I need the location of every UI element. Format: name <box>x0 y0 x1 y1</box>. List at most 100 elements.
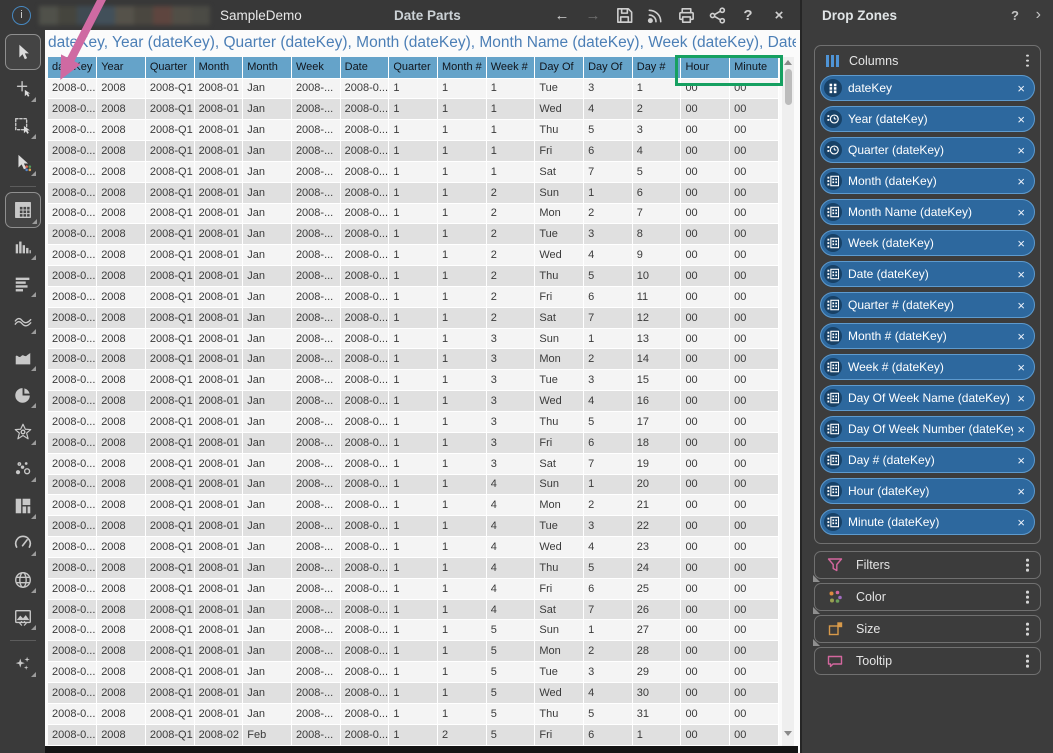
table-cell[interactable]: 1 <box>389 182 438 203</box>
table-cell[interactable]: 2008-01 <box>194 703 243 724</box>
table-cell[interactable]: 00 <box>681 662 730 683</box>
table-cell[interactable]: Thu <box>535 557 584 578</box>
table-cell[interactable]: 2008 <box>97 203 146 224</box>
table-cell[interactable]: 2008-0... <box>340 391 389 412</box>
table-cell[interactable]: Mon <box>535 349 584 370</box>
table-cell[interactable]: 4 <box>584 99 633 120</box>
page-tab-title[interactable]: Date Parts <box>394 8 461 23</box>
table-cell[interactable]: 1 <box>438 557 487 578</box>
table-cell[interactable]: 1 <box>389 453 438 474</box>
table-row[interactable]: 2008-0...20082008-Q12008-01Jan2008-...20… <box>48 141 779 162</box>
table-cell[interactable]: Fri <box>535 141 584 162</box>
table-cell[interactable]: 2008-0... <box>48 370 97 391</box>
table-cell[interactable]: 1 <box>438 307 487 328</box>
table-cell[interactable]: 00 <box>730 161 779 182</box>
table-cell[interactable]: 1 <box>389 432 438 453</box>
table-cell[interactable]: 6 <box>584 286 633 307</box>
table-row[interactable]: 2008-0...20082008-Q12008-01Jan2008-...20… <box>48 266 779 287</box>
table-cell[interactable]: 00 <box>681 537 730 558</box>
table-cell[interactable]: 00 <box>730 599 779 620</box>
table-cell[interactable]: 2008 <box>97 391 146 412</box>
table-cell[interactable]: Jan <box>243 453 292 474</box>
table-row[interactable]: 2008-0...20082008-Q12008-01Jan2008-...20… <box>48 682 779 703</box>
table-cell[interactable]: 1 <box>486 161 535 182</box>
table-cell[interactable]: 2 <box>584 495 633 516</box>
column-pill[interactable]: Day Of Week Name (dateKey) ... × <box>820 385 1035 411</box>
table-cell[interactable]: 00 <box>730 578 779 599</box>
table-cell[interactable]: 2008-0... <box>340 578 389 599</box>
column-header[interactable]: Week <box>291 57 340 78</box>
help-icon[interactable]: ? <box>737 4 759 26</box>
remove-column-icon[interactable]: × <box>1017 329 1025 344</box>
column-pill[interactable]: Minute (dateKey) × <box>820 509 1035 535</box>
table-cell[interactable]: 1 <box>389 620 438 641</box>
table-cell[interactable]: 3 <box>486 432 535 453</box>
table-cell[interactable]: 2008 <box>97 516 146 537</box>
table-cell[interactable]: 2008-01 <box>194 453 243 474</box>
table-cell[interactable]: 1 <box>438 245 487 266</box>
table-cell[interactable]: 1 <box>389 474 438 495</box>
table-cell[interactable]: 4 <box>584 245 633 266</box>
panel-collapse-icon[interactable]: › <box>1036 6 1041 24</box>
table-cell[interactable]: 3 <box>632 120 681 141</box>
table-cell[interactable]: 1 <box>389 516 438 537</box>
table-cell[interactable]: Jan <box>243 141 292 162</box>
table-row[interactable]: 2008-0...20082008-Q12008-01Jan2008-...20… <box>48 224 779 245</box>
table-cell[interactable]: 2008-Q1 <box>145 724 194 745</box>
table-cell[interactable]: 2008-Q1 <box>145 245 194 266</box>
table-cell[interactable]: 2008-Q1 <box>145 224 194 245</box>
column-pill[interactable]: Year (dateKey) × <box>820 106 1035 132</box>
table-cell[interactable]: 2008-0... <box>48 224 97 245</box>
table-cell[interactable]: 2008-... <box>291 662 340 683</box>
table-cell[interactable]: 00 <box>730 682 779 703</box>
table-cell[interactable]: 1 <box>438 641 487 662</box>
table-horizontal-scrollbar[interactable] <box>45 746 798 753</box>
table-cell[interactable]: 00 <box>730 328 779 349</box>
table-cell[interactable]: 00 <box>681 432 730 453</box>
table-cell[interactable]: 1 <box>584 620 633 641</box>
remove-column-icon[interactable]: × <box>1017 81 1025 96</box>
table-cell[interactable]: 1 <box>389 537 438 558</box>
table-cell[interactable]: 00 <box>681 495 730 516</box>
table-cell[interactable]: 5 <box>486 662 535 683</box>
table-cell[interactable]: 1 <box>389 203 438 224</box>
table-cell[interactable]: 2008-... <box>291 182 340 203</box>
table-cell[interactable]: 7 <box>584 599 633 620</box>
table-row[interactable]: 2008-0...20082008-Q12008-01Jan2008-...20… <box>48 578 779 599</box>
table-cell[interactable]: Wed <box>535 99 584 120</box>
table-cell[interactable]: 2008-0... <box>48 245 97 266</box>
table-cell[interactable]: Jan <box>243 245 292 266</box>
table-cell[interactable]: 3 <box>486 412 535 433</box>
table-cell[interactable]: Mon <box>535 203 584 224</box>
table-cell[interactable]: 00 <box>681 161 730 182</box>
table-cell[interactable]: 2008 <box>97 224 146 245</box>
table-cell[interactable]: 2008 <box>97 286 146 307</box>
table-cell[interactable]: 2008-01 <box>194 245 243 266</box>
table-cell[interactable]: 00 <box>681 557 730 578</box>
table-cell[interactable]: 2008-... <box>291 78 340 99</box>
table-cell[interactable]: 2008 <box>97 141 146 162</box>
table-cell[interactable]: 5 <box>486 724 535 745</box>
table-cell[interactable]: 1 <box>438 599 487 620</box>
table-cell[interactable]: 2008 <box>97 99 146 120</box>
table-row[interactable]: 2008-0...20082008-Q12008-01Jan2008-...20… <box>48 99 779 120</box>
table-cell[interactable]: 00 <box>730 516 779 537</box>
table-cell[interactable]: 19 <box>632 453 681 474</box>
table-cell[interactable]: 00 <box>681 328 730 349</box>
table-cell[interactable]: 5 <box>486 682 535 703</box>
table-cell[interactable]: 2008-0... <box>340 537 389 558</box>
table-cell[interactable]: Thu <box>535 266 584 287</box>
table-cell[interactable]: Fri <box>535 286 584 307</box>
table-cell[interactable]: Jan <box>243 370 292 391</box>
table-cell[interactable]: 6 <box>632 182 681 203</box>
table-cell[interactable]: Jan <box>243 599 292 620</box>
table-cell[interactable]: Sun <box>535 328 584 349</box>
table-cell[interactable]: 1 <box>389 307 438 328</box>
table-cell[interactable]: 2008-0... <box>48 203 97 224</box>
table-cell[interactable]: 2008-... <box>291 432 340 453</box>
table-cell[interactable]: 2008-0... <box>340 599 389 620</box>
table-cell[interactable]: 2008-01 <box>194 432 243 453</box>
table-row[interactable]: 2008-0...20082008-Q12008-01Jan2008-...20… <box>48 161 779 182</box>
table-cell[interactable]: 1 <box>389 78 438 99</box>
table-cell[interactable]: 2008-0... <box>340 453 389 474</box>
